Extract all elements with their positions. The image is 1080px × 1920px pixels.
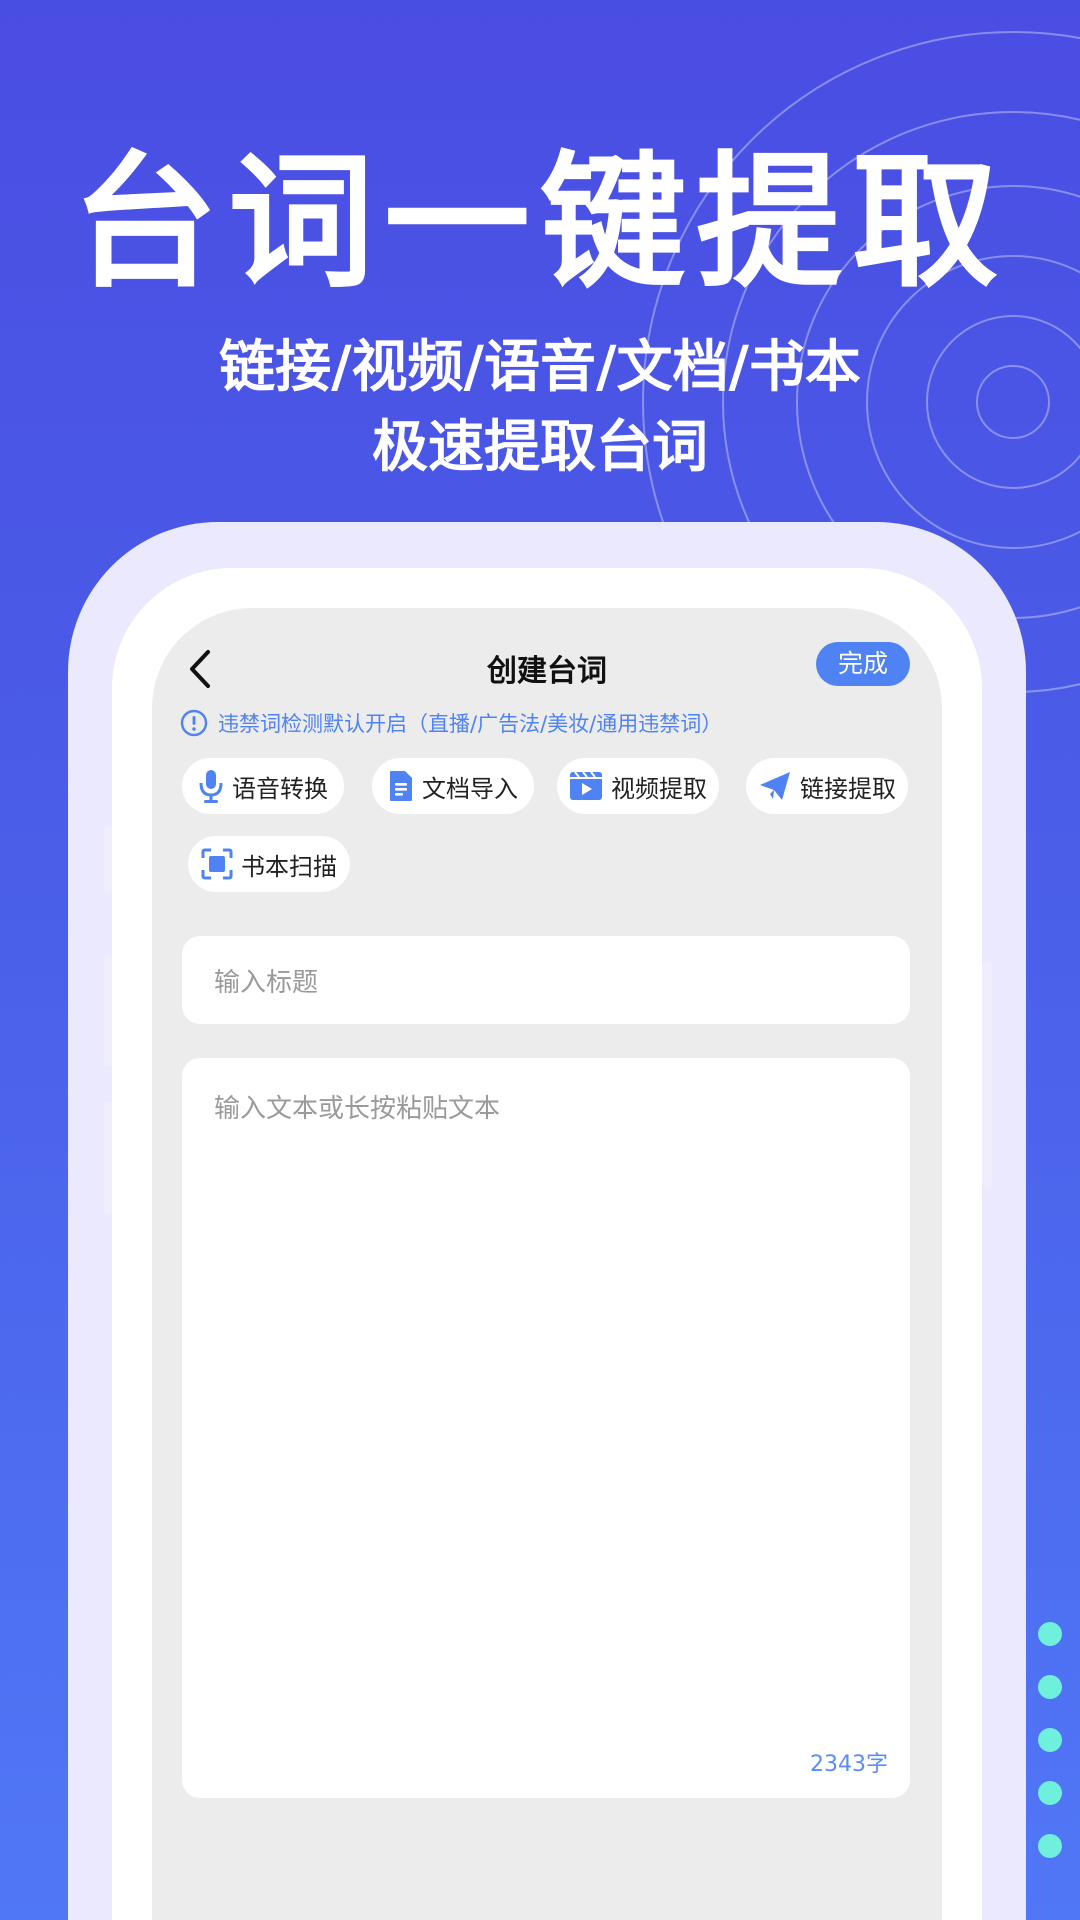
promo-headline: 台词一键提取 bbox=[72, 138, 1008, 308]
app-screen: 创建台词 完成 违禁词检测默认开启（直播/广告法/美妆/通用违禁词） 语音转换 … bbox=[152, 608, 942, 1920]
phone-side-button bbox=[982, 962, 992, 1188]
exclamation-circle-icon bbox=[180, 709, 208, 737]
indicator-dot bbox=[1038, 1781, 1062, 1805]
voice-convert-button[interactable]: 语音转换 bbox=[182, 758, 344, 814]
document-icon bbox=[390, 771, 412, 801]
character-count: 2343字 bbox=[810, 1752, 888, 1777]
chip-label: 文档导入 bbox=[422, 774, 518, 803]
text-body-input[interactable]: 输入文本或长按粘贴文本 2343字 bbox=[182, 1058, 910, 1798]
promo-subline-2: 极速提取台词 bbox=[372, 415, 708, 480]
title-placeholder: 输入标题 bbox=[214, 967, 319, 998]
notice-text: 违禁词检测默认开启（直播/广告法/美妆/通用违禁词） bbox=[218, 712, 723, 736]
title-input[interactable]: 输入标题 bbox=[182, 936, 910, 1024]
chip-label: 链接提取 bbox=[800, 774, 896, 803]
done-button[interactable]: 完成 bbox=[816, 642, 910, 686]
indicator-dot bbox=[1038, 1834, 1062, 1858]
body-placeholder: 输入文本或长按粘贴文本 bbox=[214, 1094, 501, 1124]
indicator-dot bbox=[1038, 1675, 1062, 1699]
scan-icon bbox=[201, 848, 233, 880]
promo-subline-1: 链接/视频/语音/文档/书本 bbox=[219, 335, 861, 400]
link-extract-button[interactable]: 链接提取 bbox=[746, 758, 908, 814]
indicator-dot bbox=[1038, 1622, 1062, 1646]
chip-label: 书本扫描 bbox=[241, 852, 337, 881]
indicator-dot bbox=[1038, 1728, 1062, 1752]
chip-label: 语音转换 bbox=[232, 774, 328, 803]
banned-word-notice: 违禁词检测默认开启（直播/广告法/美妆/通用违禁词） bbox=[180, 708, 920, 738]
book-scan-button[interactable]: 书本扫描 bbox=[188, 836, 350, 892]
microphone-icon bbox=[199, 770, 223, 803]
video-icon bbox=[570, 771, 602, 800]
page-indicator-dots bbox=[1038, 1622, 1062, 1887]
chip-label: 视频提取 bbox=[611, 774, 707, 803]
video-extract-button[interactable]: 视频提取 bbox=[557, 758, 719, 814]
document-import-button[interactable]: 文档导入 bbox=[372, 758, 534, 814]
paper-plane-icon bbox=[760, 772, 790, 800]
